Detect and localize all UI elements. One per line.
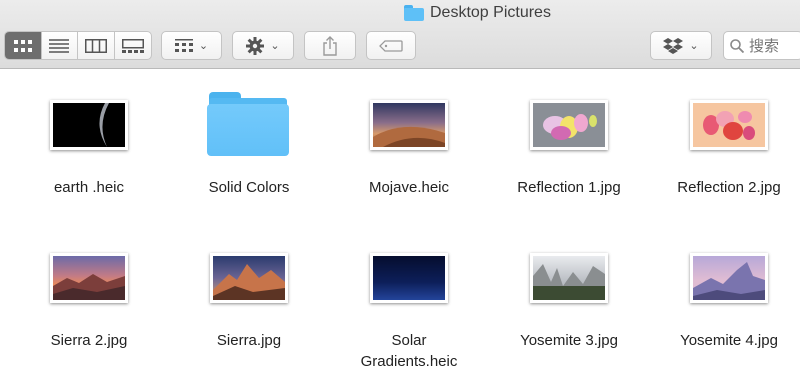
chevron-down-icon: ⌄ <box>198 40 209 52</box>
image-thumbnail <box>370 100 448 150</box>
icon-view-button[interactable] <box>5 32 42 59</box>
list-view-button[interactable] <box>42 32 78 59</box>
window-title-text: Desktop Pictures <box>430 4 551 21</box>
gallery-view-button[interactable] <box>115 32 151 59</box>
columns-icon <box>84 38 107 53</box>
image-thumbnail <box>370 253 448 303</box>
window-title: Desktop Pictures <box>404 3 551 23</box>
dropbox-button[interactable]: ⌄ <box>650 31 712 60</box>
folder-name: Solid Colors <box>208 179 290 196</box>
folder-icon <box>404 5 424 21</box>
file-name-line-1: Solar <box>391 332 427 349</box>
file-name: Sierra 2.jpg <box>50 332 128 349</box>
share-icon <box>323 35 337 56</box>
dropbox-icon <box>663 37 684 54</box>
search-icon <box>730 38 744 53</box>
grid-icon <box>13 39 32 52</box>
finder-toolbar: Desktop Pictures ⌄ ⌄ ⌄ 搜索 <box>0 0 800 69</box>
image-thumbnail <box>690 253 768 303</box>
chevron-down-icon: ⌄ <box>689 40 699 52</box>
image-thumbnail <box>210 253 288 303</box>
file-name: Yosemite 4.jpg <box>680 332 778 349</box>
gallery-icon <box>121 38 144 53</box>
search-field[interactable] <box>723 31 800 60</box>
file-grid: earth .heic Solid Colors Mojave.heic Ref… <box>0 70 800 384</box>
image-thumbnail <box>530 100 608 150</box>
tag-button[interactable] <box>366 31 416 60</box>
tag-icon <box>379 39 403 52</box>
image-thumbnail <box>50 253 128 303</box>
image-thumbnail <box>530 253 608 303</box>
action-menu-button[interactable]: ⌄ <box>232 31 294 60</box>
chevron-down-icon: ⌄ <box>270 40 280 52</box>
file-name-line-2: Gradients.heic <box>360 353 458 370</box>
column-view-button[interactable] <box>78 32 115 59</box>
file-name: Mojave.heic <box>368 179 450 196</box>
file-name: Reflection 1.jpg <box>517 179 621 196</box>
file-name: Yosemite 3.jpg <box>520 332 618 349</box>
gear-icon <box>246 36 265 55</box>
share-button[interactable] <box>304 31 356 60</box>
folder-icon <box>207 92 289 156</box>
group-by-button[interactable]: ⌄ <box>161 31 222 60</box>
file-name: earth .heic <box>53 179 125 196</box>
view-mode-segmented-control <box>4 31 152 60</box>
file-name: Sierra.jpg <box>216 332 282 349</box>
image-thumbnail <box>690 100 768 150</box>
list-icon <box>49 38 70 53</box>
search-input[interactable] <box>749 36 789 55</box>
group-grid-icon <box>174 38 193 52</box>
image-thumbnail <box>50 100 128 150</box>
file-name: Reflection 2.jpg <box>677 179 781 196</box>
